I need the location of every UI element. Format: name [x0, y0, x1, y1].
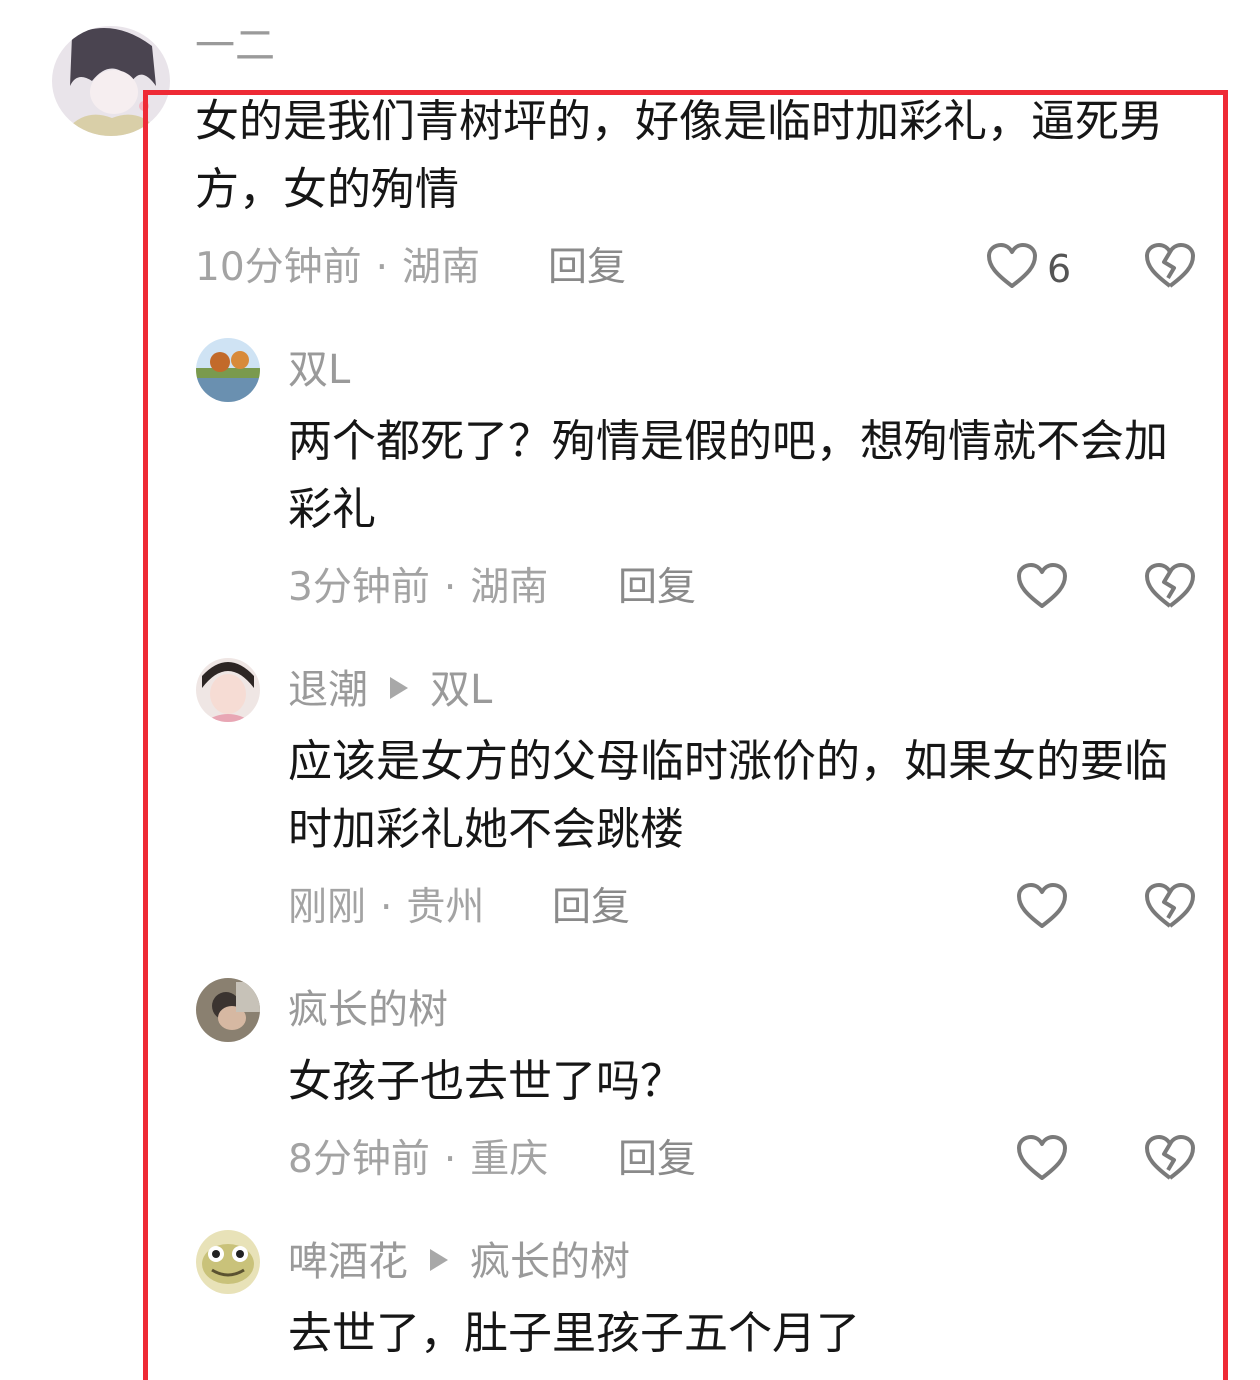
highlight-frame	[143, 90, 1228, 1380]
main-comment-username[interactable]: 一二	[195, 26, 275, 66]
